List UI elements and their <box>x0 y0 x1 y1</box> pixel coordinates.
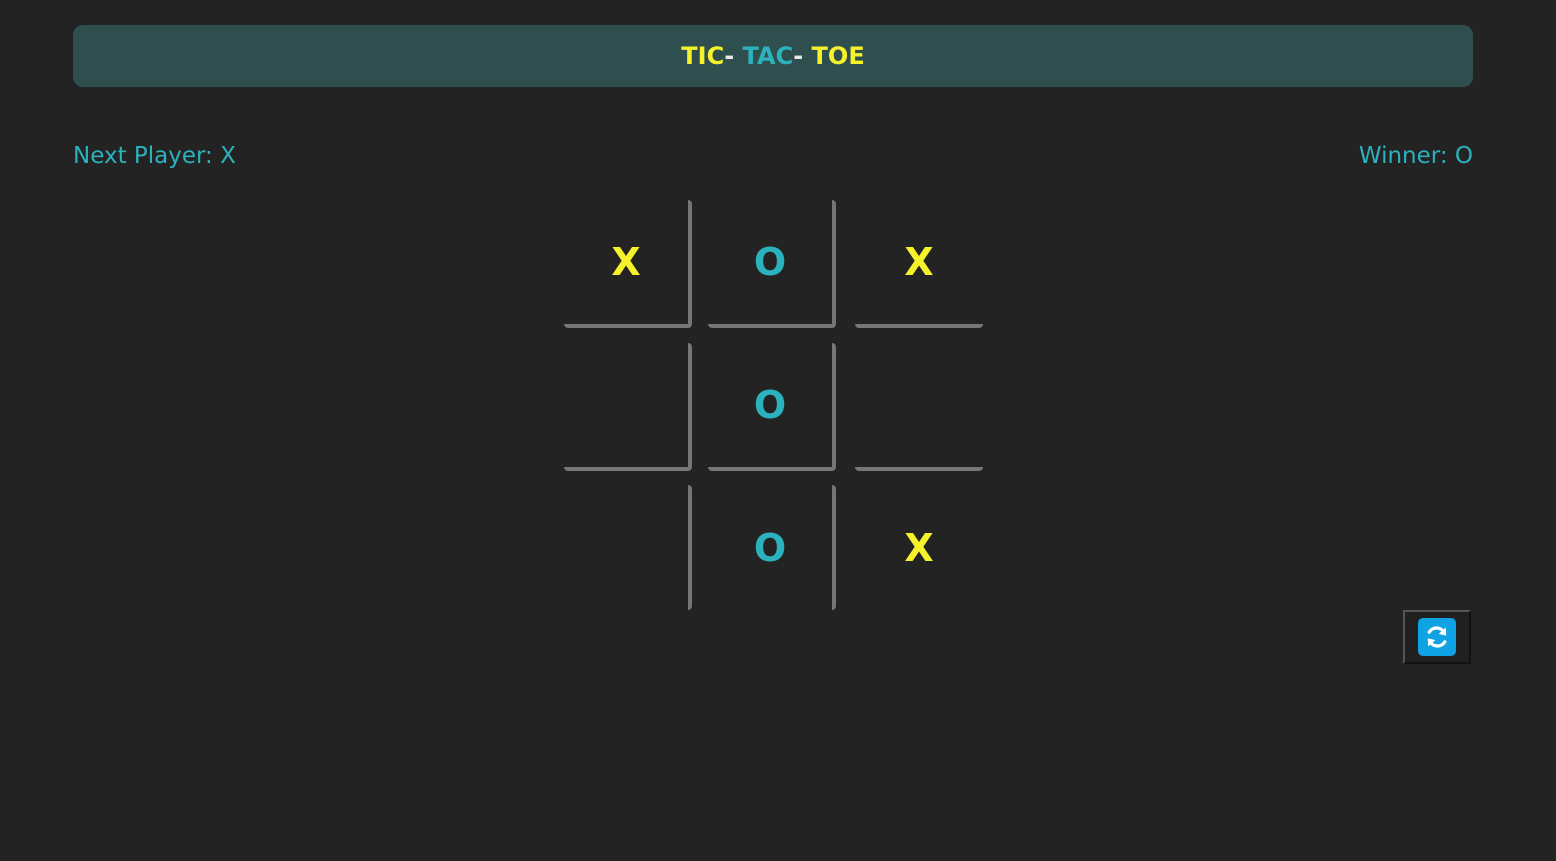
next-player-status: Next Player: X <box>73 143 236 169</box>
title-separator: - <box>793 42 812 70</box>
board-cell-3[interactable]: X <box>855 200 983 328</box>
title-tic: TIC <box>681 42 725 70</box>
board-cell-5[interactable]: O <box>708 343 836 471</box>
board-cell-6[interactable] <box>855 343 983 471</box>
app: TIC - TAC - TOE Next Player: X Winner: O X… <box>0 0 1556 861</box>
game-board: X O X O O X <box>564 200 984 612</box>
board-cell-2[interactable]: O <box>708 200 836 328</box>
board-cell-8[interactable]: O <box>708 485 836 610</box>
refresh-icon <box>1418 618 1456 656</box>
board-cell-4[interactable] <box>564 343 692 471</box>
title-banner: TIC - TAC - TOE <box>73 25 1473 87</box>
winner-status: Winner: O <box>1358 143 1473 169</box>
board-cell-1[interactable]: X <box>564 200 692 328</box>
board-cell-9[interactable]: X <box>855 485 983 610</box>
reset-button[interactable] <box>1403 610 1471 664</box>
title-tac: TAC <box>742 42 794 70</box>
title-separator: - <box>724 42 743 70</box>
board-cell-7[interactable] <box>564 485 692 610</box>
title-toe: TOE <box>811 42 865 70</box>
